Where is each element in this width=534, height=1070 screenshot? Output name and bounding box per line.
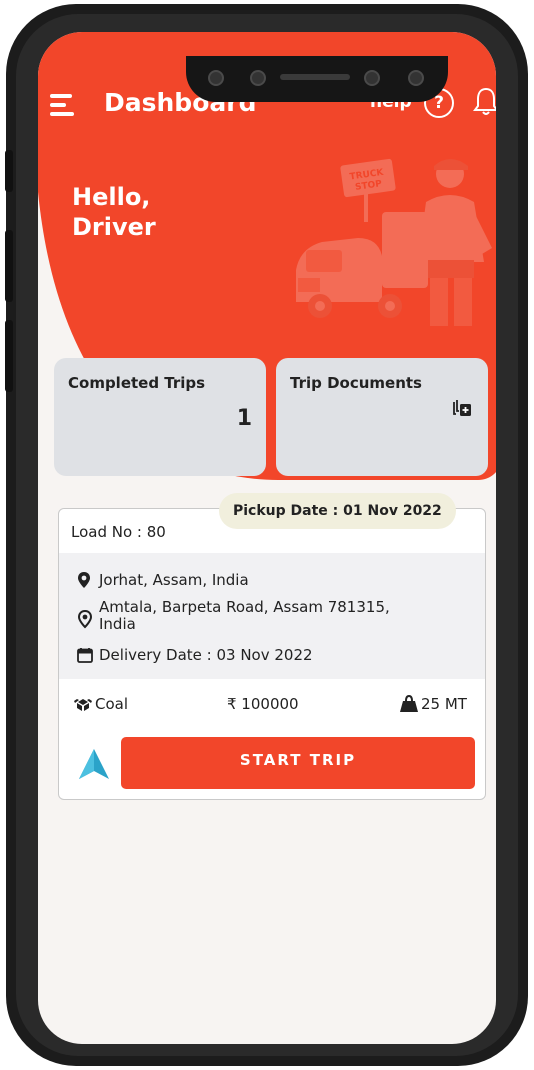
phone-notch: [186, 56, 448, 102]
phone-side-button: [5, 230, 13, 302]
greeting: Hello, Driver: [72, 182, 156, 242]
bell-icon[interactable]: [472, 86, 496, 118]
start-trip-button[interactable]: START TRIP: [121, 737, 475, 789]
pickup-date-badge: Pickup Date : 01 Nov 2022: [219, 493, 456, 529]
greeting-line-hello: Hello,: [72, 183, 151, 211]
trip-documents-card[interactable]: Trip Documents: [276, 358, 488, 476]
truck-driver-illustration: TRUCK STOP: [296, 158, 492, 326]
material-boxes-icon: [74, 699, 92, 711]
navigation-arrow-icon[interactable]: [77, 747, 111, 781]
destination-pin-icon: [77, 609, 93, 629]
calendar-icon: [77, 648, 93, 663]
material-type: Coal: [95, 695, 129, 713]
origin-address: Jorhat, Assam, India: [99, 571, 249, 589]
trip-card: Load No : 80 Pickup Date : 01 Nov 2022 J…: [58, 493, 486, 800]
load-weight: 25 MT: [421, 695, 467, 713]
completed-trips-label: Completed Trips: [68, 374, 206, 392]
weight-icon: [400, 695, 418, 712]
destination-address-line1: Amtala, Barpeta Road, Assam 781315,: [99, 598, 390, 616]
delivery-date: Delivery Date : 03 Nov 2022: [99, 646, 313, 664]
phone-side-button: [5, 320, 13, 392]
trip-meta-row: Coal ₹ 100000 25 MT: [59, 689, 485, 719]
copy-add-icon: [453, 400, 471, 416]
hamburger-menu-icon[interactable]: [50, 94, 78, 116]
load-number: Load No : 80: [71, 523, 166, 541]
completed-trips-count: 1: [236, 406, 252, 431]
destination-address-line2: India: [99, 615, 136, 633]
greeting-line-driver: Driver: [72, 213, 156, 241]
address-section: Jorhat, Assam, India Amtala, Barpeta Roa…: [59, 553, 485, 679]
location-pin-icon: [78, 572, 90, 588]
trip-amount: ₹ 100000: [227, 695, 299, 713]
trip-documents-label: Trip Documents: [290, 374, 422, 392]
phone-side-button: [5, 150, 13, 192]
completed-trips-card[interactable]: Completed Trips 1: [54, 358, 266, 476]
